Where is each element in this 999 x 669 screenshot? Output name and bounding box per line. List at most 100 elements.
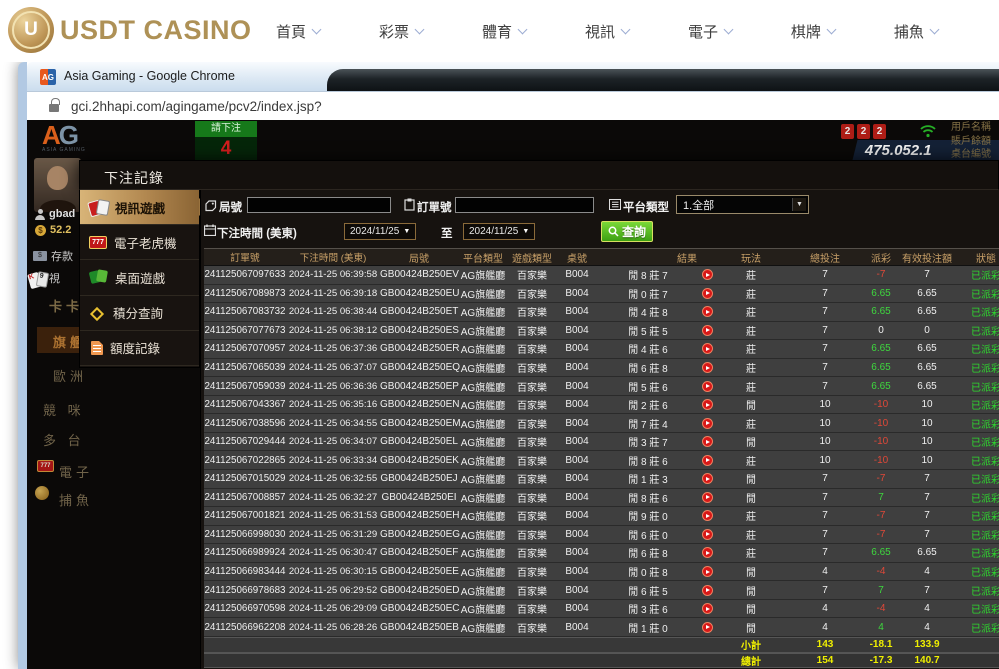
cell-total-bet: 7: [786, 306, 864, 317]
menu-item-quota-records[interactable]: 額度記錄: [80, 331, 199, 366]
cell-result: 閒 6 莊 8: [598, 360, 698, 375]
cell-play-type: 莊: [716, 341, 786, 356]
cell-game-type: 百家樂: [508, 434, 556, 449]
cell-order-number: 241125067001821: [204, 510, 286, 521]
cell-bet-time: 2024-11-25 06:37:07: [286, 362, 380, 373]
cell-result: 閒 4 莊 6: [598, 341, 698, 356]
total-bet: 154: [786, 655, 864, 666]
chevron-down-icon: [312, 24, 322, 34]
cell-status: 已派彩: [956, 397, 999, 412]
cell-platform: AG旗艦廳: [458, 304, 508, 319]
nav-item-home[interactable]: 首頁: [276, 21, 320, 42]
table-body: 241125067097633 2024-11-25 06:39:58 GB00…: [204, 266, 999, 637]
play-video-icon[interactable]: [702, 510, 713, 521]
cell-play-type: 閒: [716, 583, 786, 598]
play-video-icon[interactable]: [702, 418, 713, 429]
cell-bet-time: 2024-11-25 06:32:27: [286, 492, 380, 503]
play-video-icon[interactable]: [702, 455, 713, 466]
ag-lobby-logo: AG ASIA GAMING: [42, 122, 86, 153]
cell-payout: 7: [864, 585, 898, 596]
menu-item-video-games[interactable]: 視訊遊戲: [80, 190, 199, 225]
nav-item-sports[interactable]: 體育: [482, 21, 526, 42]
cell-result: 閒 1 莊 0: [598, 620, 698, 635]
cell-total-bet: 7: [786, 288, 864, 299]
cell-play-type: 莊: [716, 360, 786, 375]
search-button[interactable]: 查詢: [601, 221, 653, 242]
play-video-icon[interactable]: [702, 343, 713, 354]
round-input[interactable]: [247, 197, 391, 213]
play-video-icon[interactable]: [702, 436, 713, 447]
cell-order-number: 241125067097633: [204, 269, 286, 280]
nav-item-live[interactable]: 視訊: [585, 21, 629, 42]
cell-play-type: 莊: [716, 379, 786, 394]
play-video-icon[interactable]: [702, 473, 713, 484]
play-video-icon[interactable]: [702, 585, 713, 596]
cell-valid-bet: 10: [898, 436, 956, 447]
cell-table-number: B004: [556, 566, 598, 577]
date-from-picker[interactable]: 2024/11/25▼: [344, 223, 416, 240]
menu-item-points-query[interactable]: 積分查詢: [80, 296, 199, 331]
cell-result: 閒 6 莊 5: [598, 583, 698, 598]
cell-play-type: 莊: [716, 508, 786, 523]
cell-round-number: GB00424B250EQ: [380, 362, 458, 373]
nav-item-fishing[interactable]: 捕魚: [894, 21, 938, 42]
cell-play-type: 閒: [716, 434, 786, 449]
play-video-icon[interactable]: [702, 492, 713, 503]
play-video-icon[interactable]: [702, 306, 713, 317]
cell-order-number: 241125067083732: [204, 306, 286, 317]
table-row: 241125067022865 2024-11-25 06:33:34 GB00…: [204, 451, 999, 470]
nav-item-lottery[interactable]: 彩票: [379, 21, 423, 42]
play-video-icon[interactable]: [702, 399, 713, 410]
subtotal-payout: -18.1: [864, 639, 898, 650]
cell-order-number: 241125066998030: [204, 529, 286, 540]
cell-play-type: 閒: [716, 564, 786, 579]
play-video-icon[interactable]: [702, 381, 713, 392]
cell-round-number: GB00424B250ET: [380, 306, 458, 317]
cell-play-type: 莊: [716, 545, 786, 560]
order-input[interactable]: [455, 197, 594, 213]
cell-payout: 4: [864, 622, 898, 633]
menu-item-slots[interactable]: 777 電子老虎機: [80, 225, 199, 260]
cell-valid-bet: 0: [898, 325, 956, 336]
play-video-icon[interactable]: [702, 529, 713, 540]
play-video-icon[interactable]: [702, 547, 713, 558]
play-video-icon[interactable]: [702, 269, 713, 280]
cell-table-number: B004: [556, 362, 598, 373]
cell-platform: AG旗艦廳: [458, 286, 508, 301]
cell-total-bet: 4: [786, 566, 864, 577]
menu-item-table-games[interactable]: 桌面遊戲: [80, 260, 199, 295]
cell-total-bet: 7: [786, 492, 864, 503]
cell-game-type: 百家樂: [508, 601, 556, 616]
play-video-icon[interactable]: [702, 325, 713, 336]
round-label: 局號: [219, 199, 242, 215]
slot-777-icon: 777: [37, 460, 54, 472]
play-video-icon[interactable]: [702, 622, 713, 633]
cell-round-number: GB00424B250ED: [380, 585, 458, 596]
play-video-icon[interactable]: [702, 362, 713, 373]
address-bar[interactable]: gci.2hhapi.com/agingame/pcv2/index.jsp?: [27, 92, 999, 120]
date-to-picker[interactable]: 2024/11/25▼: [463, 223, 535, 240]
dropdown-arrow-icon: ▼: [792, 198, 806, 211]
window-titlebar[interactable]: AG Asia Gaming - Google Chrome: [27, 62, 999, 92]
cell-play-type: 莊: [716, 267, 786, 282]
table-games-icon: [89, 269, 108, 285]
cell-total-bet: 10: [786, 418, 864, 429]
cell-table-number: B004: [556, 399, 598, 410]
cell-status: 已派彩: [956, 434, 999, 449]
table-row: 241125067029444 2024-11-25 06:34:07 GB00…: [204, 433, 999, 452]
nav-item-chess[interactable]: 棋牌: [791, 21, 835, 42]
nav-item-slots[interactable]: 電子: [688, 21, 732, 42]
play-video-icon[interactable]: [702, 603, 713, 614]
cell-round-number: GB00424B250EN: [380, 399, 458, 410]
cell-result: 閒 0 莊 7: [598, 286, 698, 301]
main-nav: 首頁 彩票 體育 視訊 電子 棋牌 捕魚: [276, 0, 938, 62]
platform-type-select[interactable]: 1.全部 ▼: [676, 195, 809, 214]
cell-game-type: 百家樂: [508, 620, 556, 635]
usdt-coin-icon: U: [8, 7, 54, 53]
play-video-icon[interactable]: [702, 288, 713, 299]
subtotal-row: 小計 143 -18.1 133.9: [204, 637, 999, 653]
cell-bet-time: 2024-11-25 06:30:47: [286, 547, 380, 558]
play-video-icon[interactable]: [702, 566, 713, 577]
site-logo[interactable]: U USDT CASINO: [8, 7, 252, 53]
cell-total-bet: 7: [786, 510, 864, 521]
